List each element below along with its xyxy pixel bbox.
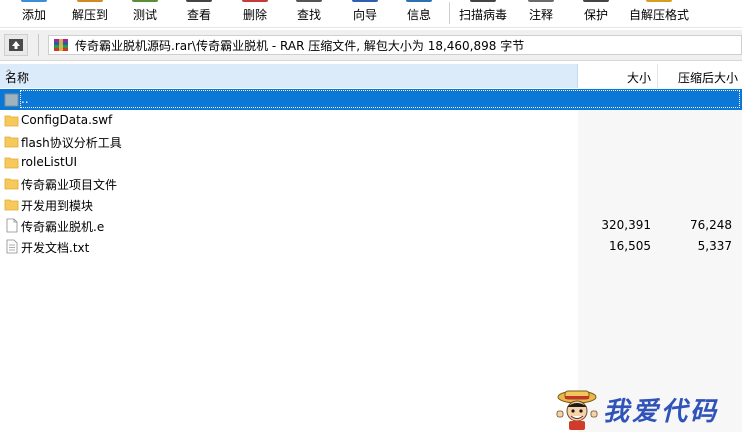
address-field[interactable]: 传奇霸业脱机源码.rar\传奇霸业脱机 - RAR 压缩文件, 解包大小为 18… (48, 35, 742, 55)
sfx-icon (646, 0, 672, 2)
comment-icon (528, 0, 554, 2)
watermark: 我爱代码 (553, 383, 742, 432)
file-packed-size: 76,248 (690, 218, 732, 232)
file-row-parent[interactable]: .. (0, 89, 742, 110)
column-header-name[interactable]: ^ 名称 (0, 64, 578, 88)
column-header-packed[interactable]: 压缩后大小 (658, 64, 742, 88)
protect-icon (583, 0, 609, 2)
toolbar-separator (449, 2, 450, 24)
comment-button[interactable]: 注释 (522, 0, 560, 27)
file-row[interactable]: flash协议分析工具 (0, 131, 742, 152)
up-arrow-icon (9, 39, 23, 51)
file-name: 传奇霸业脱机.e (21, 220, 105, 234)
find-button[interactable]: 查找 (290, 0, 328, 27)
column-header-size-label: 大小 (626, 71, 651, 85)
column-header-size[interactable]: 大小 (578, 64, 658, 88)
scan-virus-button-label: 扫描病毒 (458, 8, 507, 22)
protect-button-label: 保护 (583, 8, 608, 22)
address-separator (38, 34, 39, 56)
text-file-icon (6, 239, 18, 254)
focus-rectangle (20, 90, 740, 108)
toolbar: 添加 解压到 测试 查看 删除 查找 向导 信息 扫描病毒 注释 保护 自解压格… (0, 0, 742, 28)
file-name: flash协议分析工具 (21, 136, 122, 150)
sfx-button[interactable]: 自解压格式 (626, 0, 692, 27)
delete-button[interactable]: 删除 (236, 0, 274, 27)
scan-virus-icon (470, 0, 496, 2)
file-size: 16,505 (609, 239, 651, 253)
folder-icon (4, 178, 19, 190)
file-row[interactable]: ConfigData.swf (0, 110, 742, 131)
find-icon (296, 0, 322, 2)
rar-archive-icon (54, 39, 68, 51)
extract-to-button[interactable]: 解压到 (66, 0, 114, 27)
folder-icon (4, 157, 19, 169)
up-folder-button[interactable] (4, 34, 28, 56)
file-size: 320,391 (601, 218, 651, 232)
address-path: 传奇霸业脱机源码.rar\传奇霸业脱机 - RAR 压缩文件, 解包大小为 18… (75, 38, 525, 53)
folder-icon (4, 136, 19, 148)
list-header: ^ 名称 大小 压缩后大小 (0, 64, 742, 88)
add-button[interactable]: 添加 (14, 0, 54, 27)
folder-icon (4, 115, 19, 127)
watermark-text: 我爱代码 (603, 397, 720, 427)
add-icon (21, 0, 47, 2)
file-row[interactable]: 传奇霸业脱机.e 320,391 76,248 (0, 215, 742, 236)
file-row[interactable]: 开发文档.txt 16,505 5,337 (0, 236, 742, 257)
mascot-icon (556, 390, 598, 430)
address-bar: 传奇霸业脱机源码.rar\传奇霸业脱机 - RAR 压缩文件, 解包大小为 18… (0, 30, 742, 61)
info-button-label: 信息 (406, 8, 431, 22)
file-name: roleListUI (21, 155, 78, 169)
file-name: 传奇霸业项目文件 (21, 178, 118, 192)
file-name: .. (21, 92, 29, 106)
winrar-window: 添加 解压到 测试 查看 删除 查找 向导 信息 扫描病毒 注释 保护 自解压格… (0, 0, 742, 432)
file-row[interactable]: roleListUI (0, 152, 742, 173)
folder-icon (4, 199, 19, 211)
view-icon (186, 0, 212, 2)
comment-button-label: 注释 (528, 8, 553, 22)
info-button[interactable]: 信息 (400, 0, 438, 27)
column-header-packed-label: 压缩后大小 (677, 71, 738, 85)
extract-to-button-label: 解压到 (71, 8, 108, 22)
sfx-button-label: 自解压格式 (628, 8, 689, 22)
info-icon (406, 0, 432, 2)
protect-button[interactable]: 保护 (578, 0, 614, 27)
file-name: ConfigData.swf (21, 113, 113, 127)
test-button-label: 测试 (132, 8, 157, 22)
test-button[interactable]: 测试 (126, 0, 164, 27)
view-button-label: 查看 (186, 8, 211, 22)
file-icon (6, 218, 18, 233)
test-icon (132, 0, 158, 2)
delete-icon (242, 0, 268, 2)
scan-virus-button[interactable]: 扫描病毒 (456, 0, 510, 27)
file-name: 开发文档.txt (21, 241, 90, 255)
column-header-name-label: 名称 (5, 71, 30, 85)
file-packed-size: 5,337 (697, 239, 732, 253)
file-name: 开发用到模块 (21, 199, 94, 213)
file-list: ^ 名称 大小 压缩后大小 .. ConfigData.swf flash协议分… (0, 64, 742, 432)
wizard-icon (352, 0, 378, 2)
delete-button-label: 删除 (242, 8, 267, 22)
file-row[interactable]: 开发用到模块 (0, 194, 742, 215)
view-button[interactable]: 查看 (180, 0, 218, 27)
file-row[interactable]: 传奇霸业项目文件 (0, 173, 742, 194)
add-button-label: 添加 (21, 8, 46, 22)
wizard-button-label: 向导 (352, 8, 377, 22)
extract-to-icon (77, 0, 103, 2)
parent-folder-icon (4, 93, 19, 107)
wizard-button[interactable]: 向导 (346, 0, 384, 27)
find-button-label: 查找 (296, 8, 321, 22)
